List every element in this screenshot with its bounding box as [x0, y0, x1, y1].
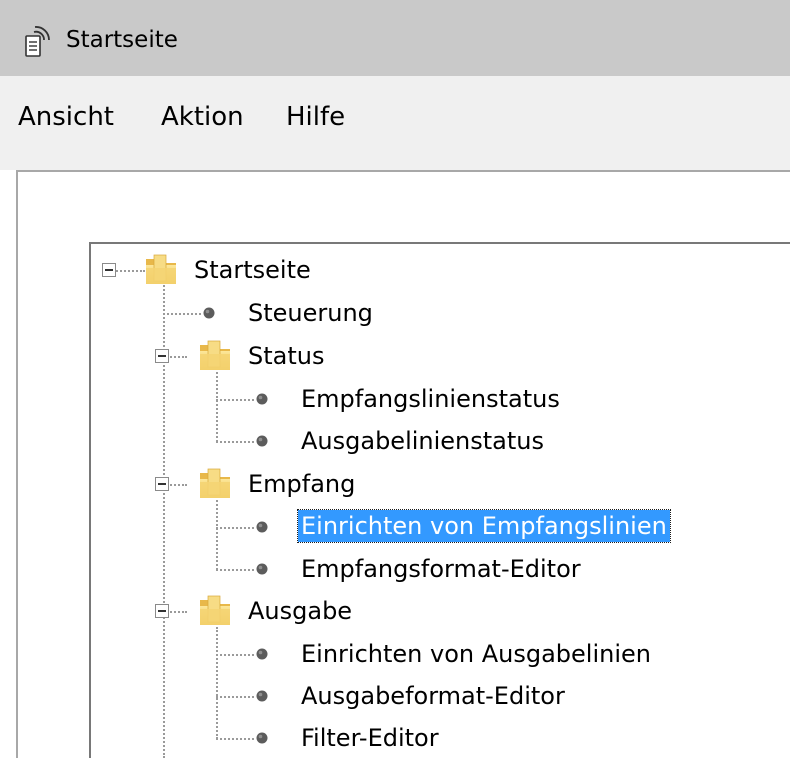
- tree-connector: [216, 654, 254, 656]
- collapse-status-button[interactable]: [155, 349, 169, 363]
- leaf-node-icon: [255, 562, 269, 576]
- menu-bar: Ansicht Aktion Hilfe: [0, 76, 790, 170]
- tree-node-steuerung[interactable]: Steuerung: [245, 297, 376, 329]
- tree-connector-ausgabe: [216, 627, 218, 739]
- collapse-empfang-button[interactable]: [155, 477, 169, 491]
- folder-icon: [197, 466, 233, 500]
- folder-icon: [197, 593, 233, 627]
- leaf-node-icon: [255, 731, 269, 745]
- tree-connector: [216, 441, 254, 443]
- tree-connector-status: [216, 372, 218, 442]
- leaf-node-icon: [255, 392, 269, 406]
- menu-hilfe[interactable]: Hilfe: [284, 99, 347, 135]
- window-title: Startseite: [66, 27, 178, 53]
- tree-node-filter-editor[interactable]: Filter-Editor: [298, 722, 442, 754]
- tree-node-empfangsformat-editor[interactable]: Empfangsformat-Editor: [298, 553, 584, 585]
- leaf-node-icon: [255, 434, 269, 448]
- collapse-startseite-button[interactable]: [102, 263, 116, 277]
- tree-node-ausgabeformat-editor[interactable]: Ausgabeformat-Editor: [298, 680, 568, 712]
- tree-connector: [216, 399, 254, 401]
- tree-node-ausgabe[interactable]: Ausgabe: [245, 595, 355, 627]
- tree-connector: [216, 527, 254, 529]
- tree-connector: [163, 313, 201, 315]
- leaf-node-icon: [202, 306, 216, 320]
- tree-node-einrichten-empfangslinien[interactable]: Einrichten von Empfangslinien: [297, 509, 671, 543]
- leaf-node-icon: [255, 689, 269, 703]
- tree-connector: [216, 569, 254, 571]
- tree-connector: [216, 738, 254, 740]
- tree-node-empfangslinienstatus[interactable]: Empfangslinienstatus: [298, 383, 563, 415]
- remote-receiver-icon: [25, 26, 50, 57]
- leaf-node-icon: [255, 520, 269, 534]
- tree-node-startseite[interactable]: Startseite: [191, 254, 314, 286]
- collapse-ausgabe-button[interactable]: [155, 604, 169, 618]
- navigation-tree[interactable]: Startseite Steuerung Status Empfangslini…: [89, 242, 790, 758]
- menu-ansicht[interactable]: Ansicht: [16, 99, 116, 135]
- title-bar: Startseite: [0, 0, 790, 76]
- leaf-node-icon: [255, 647, 269, 661]
- menu-aktion[interactable]: Aktion: [159, 99, 246, 135]
- folder-icon: [143, 252, 179, 286]
- tree-node-empfang[interactable]: Empfang: [245, 468, 358, 500]
- tree-node-status[interactable]: Status: [245, 340, 327, 372]
- tree-connector: [216, 696, 254, 698]
- tree-connector-empfang: [216, 500, 218, 570]
- tree-node-einrichten-ausgabelinien[interactable]: Einrichten von Ausgabelinien: [298, 638, 654, 670]
- folder-icon: [197, 338, 233, 372]
- tree-node-ausgabelinienstatus[interactable]: Ausgabelinienstatus: [298, 425, 547, 457]
